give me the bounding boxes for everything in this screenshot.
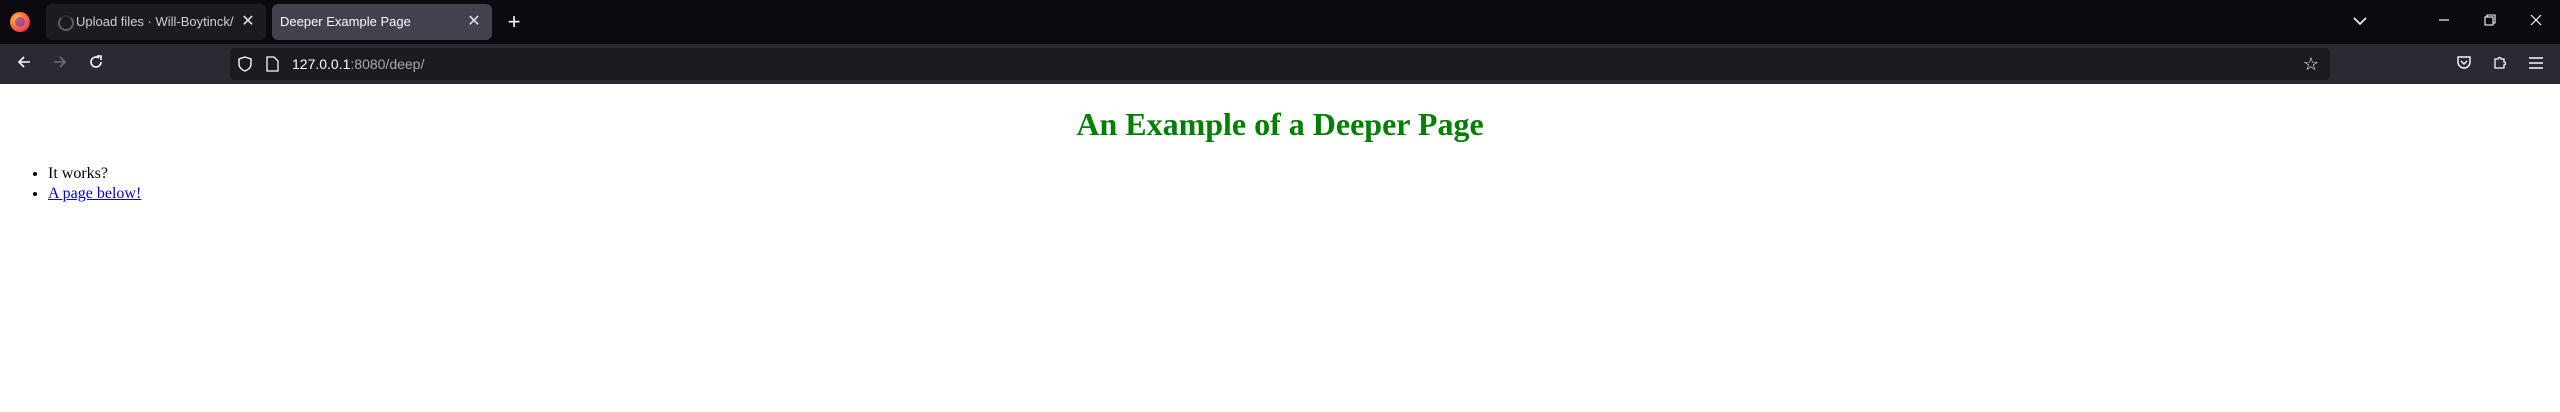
url-host: 127.0.0.1 (292, 56, 351, 72)
url-path: :8080/deep/ (350, 56, 425, 72)
close-tab-icon[interactable]: ✕ (464, 12, 484, 32)
list-item-text: It works? (48, 165, 108, 182)
tab-deeper-example-page[interactable]: Deeper Example Page ✕ (272, 4, 492, 40)
minimize-window-button[interactable] (2430, 8, 2458, 36)
browser-window: Upload files · Will-Boytinck/Ch ✕ Deeper… (0, 0, 2560, 412)
loading-spinner-icon (58, 15, 74, 31)
back-button[interactable] (10, 50, 38, 78)
new-tab-button[interactable]: + (500, 8, 528, 36)
list-item: A page below! (48, 184, 141, 204)
list-item: It works? (48, 164, 141, 184)
tab-upload-files[interactable]: Upload files · Will-Boytinck/Ch ✕ (46, 4, 266, 40)
page-below-link[interactable]: A page below! (48, 185, 141, 202)
tab-label: Upload files · Will-Boytinck/Ch (76, 14, 234, 29)
page-title: An Example of a Deeper Page (1076, 106, 1484, 142)
close-tab-icon[interactable]: ✕ (238, 12, 258, 32)
shield-icon[interactable] (238, 56, 252, 72)
page-list: It works? A page below! (30, 164, 141, 204)
list-all-tabs-icon[interactable] (2346, 8, 2374, 36)
hamburger-menu-icon[interactable] (2522, 50, 2550, 78)
reload-button[interactable] (82, 50, 110, 78)
url-bar[interactable]: 127.0.0.1:8080/deep/ ☆ (230, 48, 2330, 80)
pocket-icon[interactable] (2450, 50, 2478, 78)
puzzle-icon[interactable] (2486, 50, 2514, 78)
restore-window-button[interactable] (2476, 8, 2504, 36)
page-icon[interactable] (266, 56, 279, 72)
tab-strip: Upload files · Will-Boytinck/Ch ✕ Deeper… (0, 0, 2560, 44)
forward-button[interactable] (46, 50, 74, 78)
close-window-button[interactable] (2522, 8, 2550, 36)
tab-label: Deeper Example Page (280, 14, 411, 29)
navigation-toolbar: 127.0.0.1:8080/deep/ ☆ (0, 44, 2560, 84)
page-content: An Example of a Deeper Page It works? A … (0, 84, 2560, 412)
firefox-logo-icon[interactable] (10, 12, 30, 32)
url-text[interactable]: 127.0.0.1:8080/deep/ (292, 56, 424, 72)
star-icon[interactable]: ☆ (2300, 53, 2322, 75)
